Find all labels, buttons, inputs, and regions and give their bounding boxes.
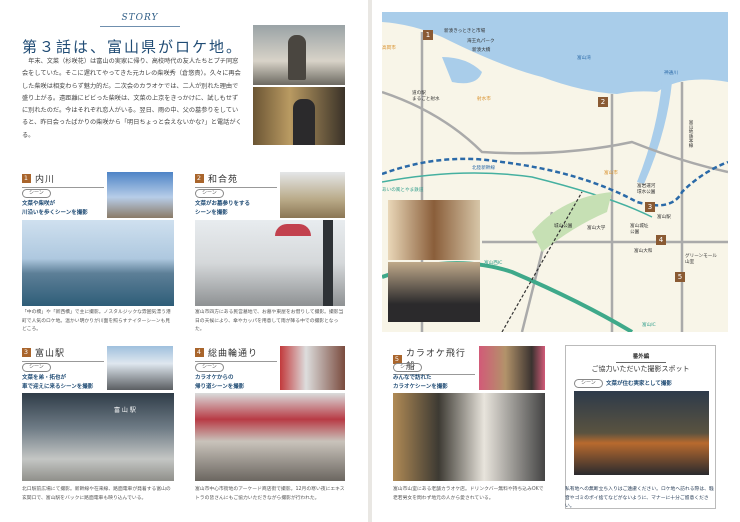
location-4-caption: 富山市中心市街地のアーケード商店街で撮影。12月の寒い夜にエキストラの皆さんにも… [195,486,347,503]
station-sign: 富 山 駅 [114,405,136,414]
location-5-photo [393,393,545,481]
map-label: 富山駅 [657,214,671,220]
left-page: STORY 第３話は、富山県がロケ地。 年末、文菜（杉咲花）は富山の実家に帰り、… [0,0,368,522]
map-marker-4[interactable]: 4 [656,235,666,245]
location-2-small-photo [280,172,345,218]
location-name: 和合苑 [208,172,238,185]
location-1-small-photo [107,172,173,218]
map-label: 富山城址 公園 [630,223,648,235]
location-name: 内川 [35,172,55,185]
map-label: 新湊きっときと市場 [444,28,485,34]
map-inset-photo-2 [388,262,480,322]
map-label: 城山公園 [554,223,572,229]
page-title: 第３話は、富山県がロケ地。 [20,36,245,57]
map-label: 高岡市 [382,45,396,51]
location-number: 2 [195,174,204,183]
extra-label: 番外編 [616,352,666,363]
scene-tag: シーン [393,363,422,372]
map-label: 富山市 [604,170,618,176]
map-label: 新湊大橋 [472,47,490,53]
location-3-photo: 富 山 駅 [22,393,174,481]
location-4-small-photo [280,346,345,390]
scene-desc: 文菜や柴咲が 川沿いを歩くシーンを撮影 [22,200,104,218]
story-body: 年末、文菜（杉咲花）は富山の実家に帰り、高校時代の友人たちとプチ同窓会をしていた… [22,56,244,142]
map-marker-2[interactable]: 2 [598,97,608,107]
map-label: 射水市 [477,96,491,102]
extra-photo [574,391,709,475]
location-1-photo [22,220,174,306]
map-inset-photo-1 [388,200,480,260]
extra-note: 私有地への無断立ち入りはご遠慮ください。ロケ地へ訪れる際は、騒音やゴミのポイ捨て… [565,486,717,512]
map-marker-1[interactable]: 1 [423,30,433,40]
location-2-photo [195,220,345,306]
location-5-caption: 富山市山室にある老舗カラオケ店。ドリンクバー無料や持ち込みOKで老若男女を問わず… [393,486,545,503]
map-label: 富山IC [642,322,656,328]
location-4-photo [195,393,345,481]
scene-tag: シーン [195,363,224,372]
map-label: 富山西IC [484,260,502,266]
map-label: グリーンモール 山室 [685,253,717,265]
scene-desc: みんなで訪れた カラオケシーンを撮影 [393,374,475,392]
extra-scene: 文菜が住む実家として撮影 [606,379,672,387]
scene-tag: シーン [22,363,51,372]
map-label: 神通川 [664,70,678,76]
scene-tag: シーン [195,189,224,198]
location-3-caption: 北口駅前広場にて撮影。新幹線や在来線、路面電車が発着する富山の玄関口で、富山駅を… [22,486,174,503]
map-label: 海王丸パーク [467,38,495,44]
location-3-small-photo [107,346,173,390]
location-name: 総曲輪通り [208,346,258,359]
cast-photo-2 [253,87,345,145]
location-1-caption: 「中の橋」や「新西橋」で主に撮影。ノスタルジックな雰囲気漂う港町で人気のロケ地。… [22,309,174,335]
map-label: 富山大和 [634,248,652,254]
map-label: 道の駅 まるごと射水 [412,90,440,102]
story-label: STORY [100,13,180,27]
map-label: 富山大学 [587,225,605,231]
right-page: 1 2 3 4 5 新湊きっときと市場 海王丸パーク 新湊大橋 高岡市 射水市 … [372,0,740,522]
scene-desc: 文菜がお墓参りをする シーンを撮影 [195,200,277,218]
location-2-caption: 富山市四方にある民営墓地で、お墓や東屋をお借りして撮影。撮影当日の天候により、傘… [195,309,345,335]
scene-desc: 文菜を弟・拓也が 車で迎えに来るシーンを撮影 [22,374,110,392]
scene-desc: カラオケからの 帰り道シーンを撮影 [195,374,277,392]
extra-title: ご協力いただいた撮影スポット [566,364,715,374]
map-label: 富山地鉄本線 [687,120,693,148]
location-number: 1 [22,174,31,183]
map-marker-3[interactable]: 3 [645,202,655,212]
location-number: 4 [195,348,204,357]
location-name: 富山駅 [35,346,65,359]
scene-tag: シーン [22,189,51,198]
cast-photo-1 [253,25,345,85]
location-number: 3 [22,348,31,357]
map-marker-5[interactable]: 5 [675,272,685,282]
map-label: 富岩運河 環水公園 [637,183,655,195]
map-label: 北陸新幹線 [472,165,495,171]
extra-spot-box: 番外編 ご協力いただいた撮影スポット シーン 文菜が住む実家として撮影 [565,345,716,509]
map-label: 富山湾 [577,55,591,61]
scene-tag: シーン [574,379,603,388]
map-label: あいの風とやま鉄道 [382,187,423,193]
location-5-small-photo [479,346,545,390]
